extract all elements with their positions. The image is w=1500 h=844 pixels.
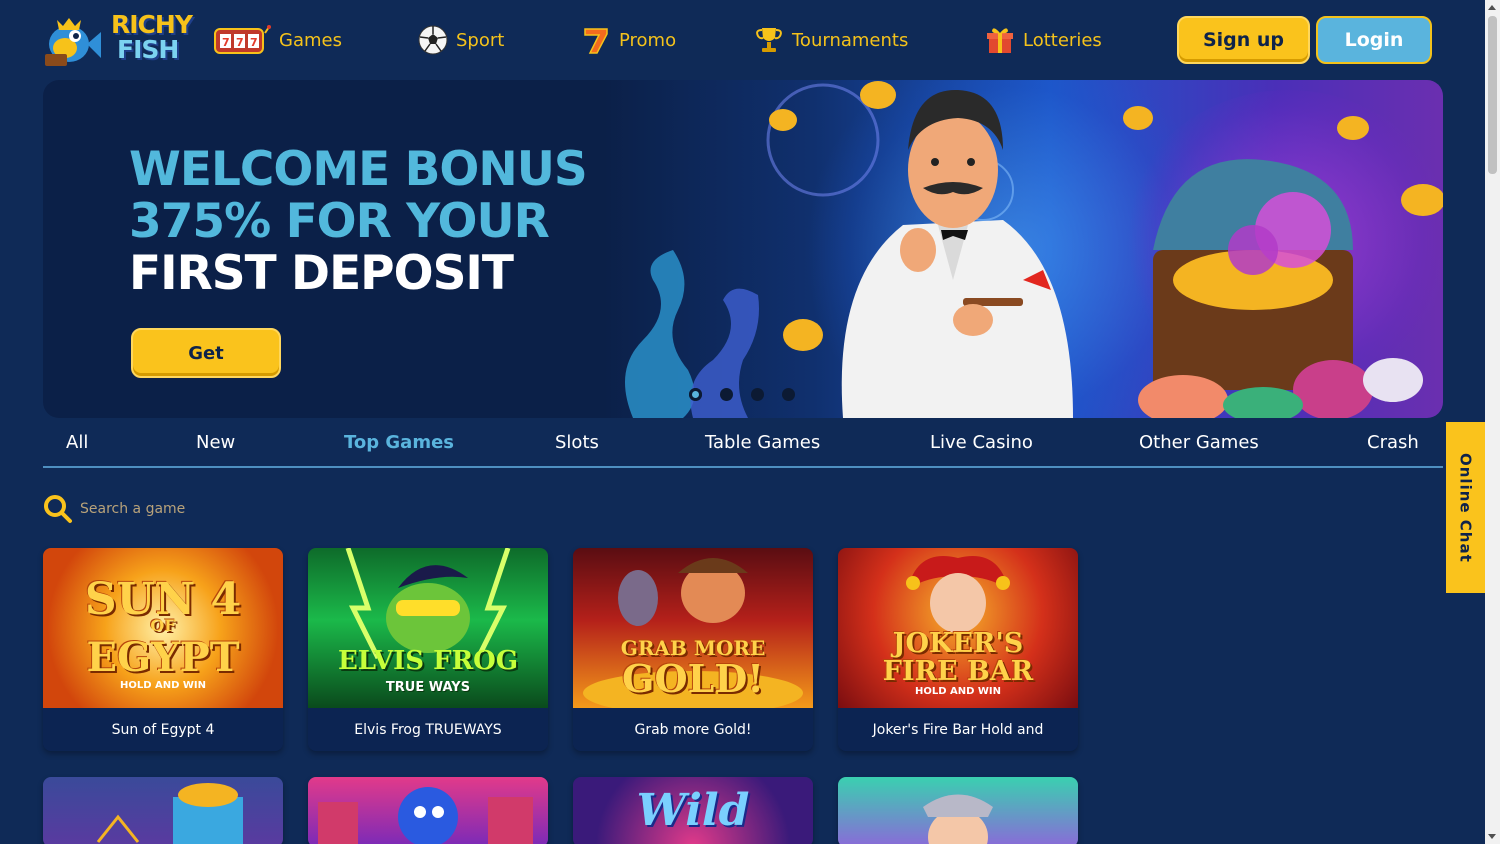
nav-lotteries-label: Lotteries [1023,29,1102,51]
nav-tournaments[interactable]: Tournaments [754,22,908,58]
nav-sport[interactable]: Sport [418,22,504,58]
login-button[interactable]: Login [1316,16,1432,64]
brand-line1: RICHY [111,10,193,39]
search-input[interactable] [80,501,380,517]
game-art-line1: ELVIS FROG [337,646,519,676]
get-bonus-button[interactable]: Get [131,328,281,378]
search-icon[interactable] [43,494,73,524]
banner-line3: FIRST DEPOSIT [129,246,514,301]
scroll-thumb[interactable] [1488,16,1497,174]
tab-crash[interactable]: Crash [1367,432,1419,453]
trophy-icon [756,28,782,52]
nav-lotteries[interactable]: Lotteries [985,22,1102,58]
game-card-row2-1[interactable] [43,777,283,844]
game-art-line2: OF [150,616,176,635]
banner-illustration [625,81,1443,418]
scroll-down-arrow-icon[interactable] [1488,834,1496,839]
tab-new[interactable]: New [196,432,235,453]
brand-line2: FISH [117,35,179,64]
banner-line1: WELCOME BONUS [129,142,588,197]
game-search [43,493,443,525]
game-art-line2: GOLD! [622,656,764,701]
brand-logo[interactable]: RICHY FISH [43,10,195,70]
brand-wordmark: RICHY FISH [111,10,193,64]
promo-banner: WELCOME BONUS 375% FOR YOUR FIRST DEPOSI… [43,80,1443,418]
game-title: Elvis Frog TRUEWAYS [308,708,548,751]
game-card-row2-2[interactable] [308,777,548,844]
category-tabs: All New Top Games Slots Table Games Live… [43,420,1443,468]
fish-mascot-icon [45,18,101,66]
tab-live-casino[interactable]: Live Casino [930,432,1033,453]
tab-slots[interactable]: Slots [555,432,599,453]
tab-table-games[interactable]: Table Games [705,432,820,453]
soccer-ball-icon [418,25,448,55]
game-card-sun-of-egypt-4[interactable]: SUN 4 OF EGYPT HOLD AND WIN Sun of Egypt… [43,548,283,751]
tab-other-games[interactable]: Other Games [1139,432,1259,453]
game-art-line2: FIRE BAR [882,656,1034,687]
game-art-line1: Wild [636,785,750,836]
banner-headline: WELCOME BONUS 375% FOR YOUR FIRST DEPOSI… [129,142,588,301]
carousel-dot-2[interactable] [720,388,733,401]
game-thumbnail [318,787,533,844]
site-header: RICHY FISH 7 7 7 Games Sport Promo Tourn… [0,0,1485,80]
tab-all[interactable]: All [66,432,88,453]
svg-text:7: 7 [236,36,244,49]
online-chat-button[interactable]: Online Chat [1446,422,1485,593]
carousel-dot-1[interactable] [689,388,702,401]
game-title: Grab more Gold! [573,708,813,751]
game-card-jokers-fire-bar[interactable]: JOKER'S FIRE BAR HOLD AND WIN Joker's Fi… [838,548,1078,751]
game-thumbnail: GRAB MORE GOLD! [573,548,813,708]
game-card-elvis-frog[interactable]: ELVIS FROG TRUE WAYS Elvis Frog TRUEWAYS [308,548,548,751]
game-art-line2: TRUE WAYS [385,680,471,695]
game-thumbnail [96,783,243,844]
game-thumbnail: JOKER'S FIRE BAR HOLD AND WIN [838,548,1078,708]
game-title: Sun of Egypt 4 [43,708,283,751]
carousel-dots [689,388,795,401]
lucky-seven-icon [584,28,608,54]
scroll-up-arrow-icon[interactable] [1488,5,1496,10]
game-card-grab-more-gold[interactable]: GRAB MORE GOLD! Grab more Gold! [573,548,813,751]
nav-promo[interactable]: Promo [581,22,676,58]
game-art-line1: JOKER'S [892,628,1024,659]
signup-button[interactable]: Sign up [1177,16,1310,64]
svg-text:7: 7 [222,36,230,49]
nav-sport-label: Sport [456,29,505,51]
svg-text:7: 7 [250,36,258,49]
game-thumbnail: SUN 4 OF EGYPT HOLD AND WIN [43,548,283,708]
nav-tournaments-label: Tournaments [792,29,909,51]
nav-games-label: Games [279,29,342,51]
carousel-dot-3[interactable] [751,388,764,401]
online-chat-label: Online Chat [1456,452,1475,563]
game-art-line3: HOLD AND WIN [914,686,1002,697]
tab-top-games[interactable]: Top Games [344,432,454,453]
game-thumbnail: ELVIS FROG TRUE WAYS [308,548,548,708]
game-thumbnail [923,794,993,844]
game-title: Joker's Fire Bar Hold and [838,708,1078,751]
game-art-line4: HOLD AND WIN [119,680,207,691]
carousel-dot-4[interactable] [782,388,795,401]
page-scrollbar[interactable] [1485,0,1500,844]
game-card-row2-3[interactable]: Wild [573,777,813,844]
gift-icon [987,28,1013,53]
game-card-row2-4[interactable] [838,777,1078,844]
nav-games[interactable]: 7 7 7 Games [213,22,342,58]
banner-line2: 375% FOR YOUR [129,194,550,249]
nav-promo-label: Promo [619,29,677,51]
slot-machine-icon: 7 7 7 [214,25,271,54]
game-art-line3: EGYPT [86,634,240,681]
